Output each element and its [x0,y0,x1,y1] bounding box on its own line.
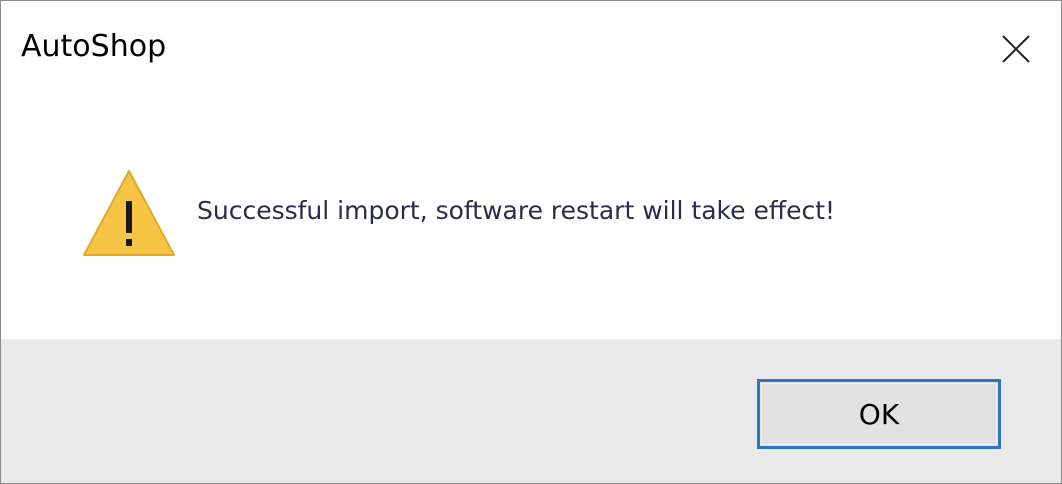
message-dialog: AutoShop Successful import, software res… [0,0,1062,484]
title-bar: AutoShop [1,1,1061,97]
close-button[interactable] [986,21,1046,77]
warning-icon [83,170,175,256]
dialog-content: Successful import, software restart will… [1,97,1061,339]
dialog-message: Successful import, software restart will… [197,196,836,225]
close-icon [1002,35,1030,63]
dialog-title: AutoShop [21,29,167,64]
dialog-footer: OK [1,339,1061,483]
ok-button[interactable]: OK [757,379,1001,449]
